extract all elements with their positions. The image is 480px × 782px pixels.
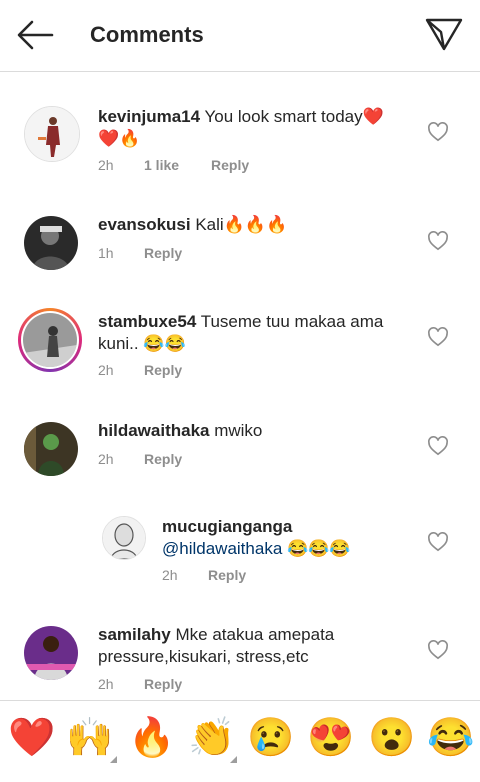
emoji-crying-button[interactable]: 😢 — [247, 716, 294, 760]
comment-username[interactable]: samilahy — [98, 625, 171, 644]
comment-text: kevinjuma14 You look smart today❤️❤️🔥 — [98, 106, 398, 150]
comment-text: mucugianganga @hildawaithaka 😂😂😂 — [162, 516, 402, 560]
back-button[interactable] — [14, 18, 56, 52]
comment-username[interactable]: mucugianganga — [162, 517, 292, 536]
reply-button[interactable]: Reply — [144, 676, 182, 692]
reply-button[interactable]: Reply — [144, 362, 182, 378]
avatar — [23, 313, 77, 367]
comment-text: hildawaithaka mwiko — [98, 420, 398, 442]
comment-emojis: 😂😂 — [143, 334, 186, 353]
emoji-raised-hands-button[interactable]: 🙌 — [66, 716, 113, 760]
heart-icon[interactable] — [427, 640, 449, 660]
avatar[interactable] — [24, 216, 78, 270]
page-title: Comments — [90, 22, 204, 47]
comment-item: hildawaithaka mwiko 2h Reply — [0, 416, 480, 496]
comment-username[interactable]: hildawaithaka — [98, 421, 209, 440]
comment-body: You look smart today — [204, 107, 363, 126]
comment-text: samilahy Mke atakua amepata pressure,kis… — [98, 624, 398, 668]
comment-time: 2h — [98, 157, 114, 173]
arrow-left-icon — [17, 20, 54, 50]
reply-item: mucugianganga @hildawaithaka 😂😂😂 2h Repl… — [0, 512, 480, 602]
reply-button[interactable]: Reply — [144, 245, 182, 261]
reply-button[interactable]: Reply — [208, 567, 246, 583]
avatar[interactable] — [24, 106, 80, 162]
comment-text: evansokusi Kali🔥🔥🔥 — [98, 214, 398, 236]
comment-time: 2h — [98, 451, 114, 467]
comment-emojis: 😂😂😂 — [287, 539, 351, 558]
emoji-heart-eyes-button[interactable]: 😍 — [307, 716, 354, 760]
emoji-fire-button[interactable]: 🔥 — [128, 716, 175, 760]
send-button[interactable] — [424, 16, 464, 52]
heart-icon[interactable] — [427, 231, 449, 251]
avatar[interactable] — [24, 422, 78, 476]
comment-item: stambuxe54 Tuseme tuu makaa ama kuni.. 😂… — [0, 305, 480, 395]
heart-icon[interactable] — [427, 436, 449, 456]
avatar[interactable] — [102, 516, 146, 560]
send-icon — [425, 18, 463, 51]
skin-tone-indicator-icon — [230, 756, 237, 763]
reply-button[interactable]: Reply — [144, 451, 182, 467]
story-ring[interactable] — [18, 308, 82, 372]
like-count[interactable]: 1 like — [144, 157, 179, 173]
comment-time: 1h — [98, 245, 114, 261]
comment-item: kevinjuma14 You look smart today❤️❤️🔥 2h… — [0, 100, 480, 190]
comment-time: 2h — [98, 362, 114, 378]
comment-username[interactable]: kevinjuma14 — [98, 107, 200, 126]
comment-emojis: 🔥🔥🔥 — [223, 215, 288, 234]
comment-item: samilahy Mke atakua amepata pressure,kis… — [0, 620, 480, 700]
comment-item: evansokusi Kali🔥🔥🔥 1h Reply — [0, 210, 480, 290]
comment-text: stambuxe54 Tuseme tuu makaa ama kuni.. 😂… — [98, 311, 408, 355]
heart-icon[interactable] — [427, 327, 449, 347]
header-bar: Comments — [0, 0, 480, 72]
comment-body: mwiko — [214, 421, 263, 440]
reply-button[interactable]: Reply — [211, 157, 249, 173]
comment-time: 2h — [98, 676, 114, 692]
emoji-surprised-button[interactable]: 😮 — [368, 716, 415, 760]
comment-time: 2h — [162, 567, 178, 583]
heart-icon[interactable] — [427, 532, 449, 552]
heart-icon[interactable] — [427, 122, 449, 142]
mention-link[interactable]: @hildawaithaka — [162, 539, 282, 558]
emoji-clapping-button[interactable]: 👏 — [188, 716, 235, 760]
comment-username[interactable]: evansokusi — [98, 215, 191, 234]
skin-tone-indicator-icon — [110, 756, 117, 763]
emoji-heart-button[interactable]: ❤️ — [8, 716, 55, 760]
comment-body: Kali — [195, 215, 224, 234]
comment-username[interactable]: stambuxe54 — [98, 312, 196, 331]
avatar[interactable] — [24, 626, 78, 680]
emoji-laughing-button[interactable]: 😂 — [427, 716, 474, 760]
